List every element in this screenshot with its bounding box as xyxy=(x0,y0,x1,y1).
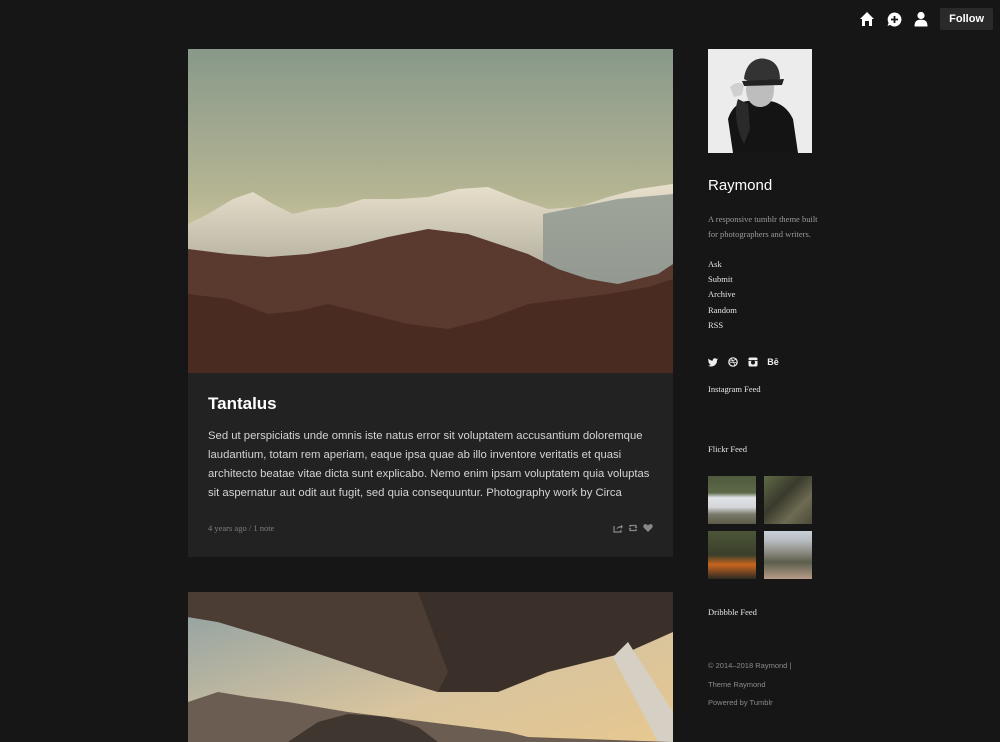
like-icon[interactable] xyxy=(643,523,653,533)
nav-link-archive[interactable]: Archive xyxy=(708,287,818,302)
flickr-thumb[interactable] xyxy=(764,531,812,580)
dribbble-icon[interactable] xyxy=(728,357,738,367)
post-footer: 4 years ago / 1 note xyxy=(208,523,653,533)
flickr-grid xyxy=(708,476,818,580)
dribbble-feed-title: Dribbble Feed xyxy=(708,607,757,618)
nav-link-rss[interactable]: RSS xyxy=(708,318,818,333)
avatar[interactable] xyxy=(708,49,812,153)
sidebar-footer: © 2014–2018 Raymond | Theme Raymond Powe… xyxy=(708,657,818,713)
post-image[interactable] xyxy=(188,49,673,373)
nav-link-ask[interactable]: Ask xyxy=(708,257,818,272)
blog-name[interactable]: Raymond xyxy=(708,177,818,194)
post-meta[interactable]: 4 years ago / 1 note xyxy=(208,523,274,533)
post-actions xyxy=(613,523,653,533)
nav-link-random[interactable]: Random xyxy=(708,303,818,318)
reblog-icon[interactable] xyxy=(628,523,638,533)
flickr-thumb[interactable] xyxy=(764,476,812,525)
home-icon[interactable] xyxy=(858,10,876,28)
instagram-feed-title: Instagram Feed xyxy=(708,384,761,395)
behance-icon[interactable]: Bē xyxy=(767,357,779,367)
account-icon[interactable] xyxy=(912,10,930,28)
social-links: Bē xyxy=(708,355,818,369)
flickr-thumb[interactable] xyxy=(708,476,756,525)
flickr-feed-title: Flickr Feed xyxy=(708,444,747,455)
powered-by-link[interactable]: Powered by Tumblr xyxy=(708,694,818,713)
twitter-icon[interactable] xyxy=(708,357,718,367)
flickr-thumb[interactable] xyxy=(708,531,756,580)
post xyxy=(188,592,673,742)
nav-link-submit[interactable]: Submit xyxy=(708,272,818,287)
post: Tantalus Sed ut perspiciatis unde omnis … xyxy=(188,49,673,557)
instagram-icon[interactable] xyxy=(748,357,758,367)
theme-link[interactable]: Theme Raymond xyxy=(708,676,818,695)
new-post-icon[interactable] xyxy=(885,10,903,28)
follow-button[interactable]: Follow xyxy=(940,8,993,30)
post-text: Sed ut perspiciatis unde omnis iste natu… xyxy=(208,430,650,499)
post-image[interactable] xyxy=(188,592,673,742)
post-title[interactable]: Tantalus xyxy=(208,394,653,414)
sidebar: Raymond A responsive tumblr theme built … xyxy=(708,49,818,713)
sidebar-nav: Ask Submit Archive Random RSS xyxy=(708,257,818,333)
share-icon[interactable] xyxy=(613,523,623,533)
copyright-link[interactable]: © 2014–2018 Raymond | xyxy=(708,657,818,676)
post-body: Tantalus Sed ut perspiciatis unde omnis … xyxy=(188,373,673,557)
top-bar: Follow xyxy=(858,8,993,30)
blog-description: A responsive tumblr theme built for phot… xyxy=(708,214,818,239)
